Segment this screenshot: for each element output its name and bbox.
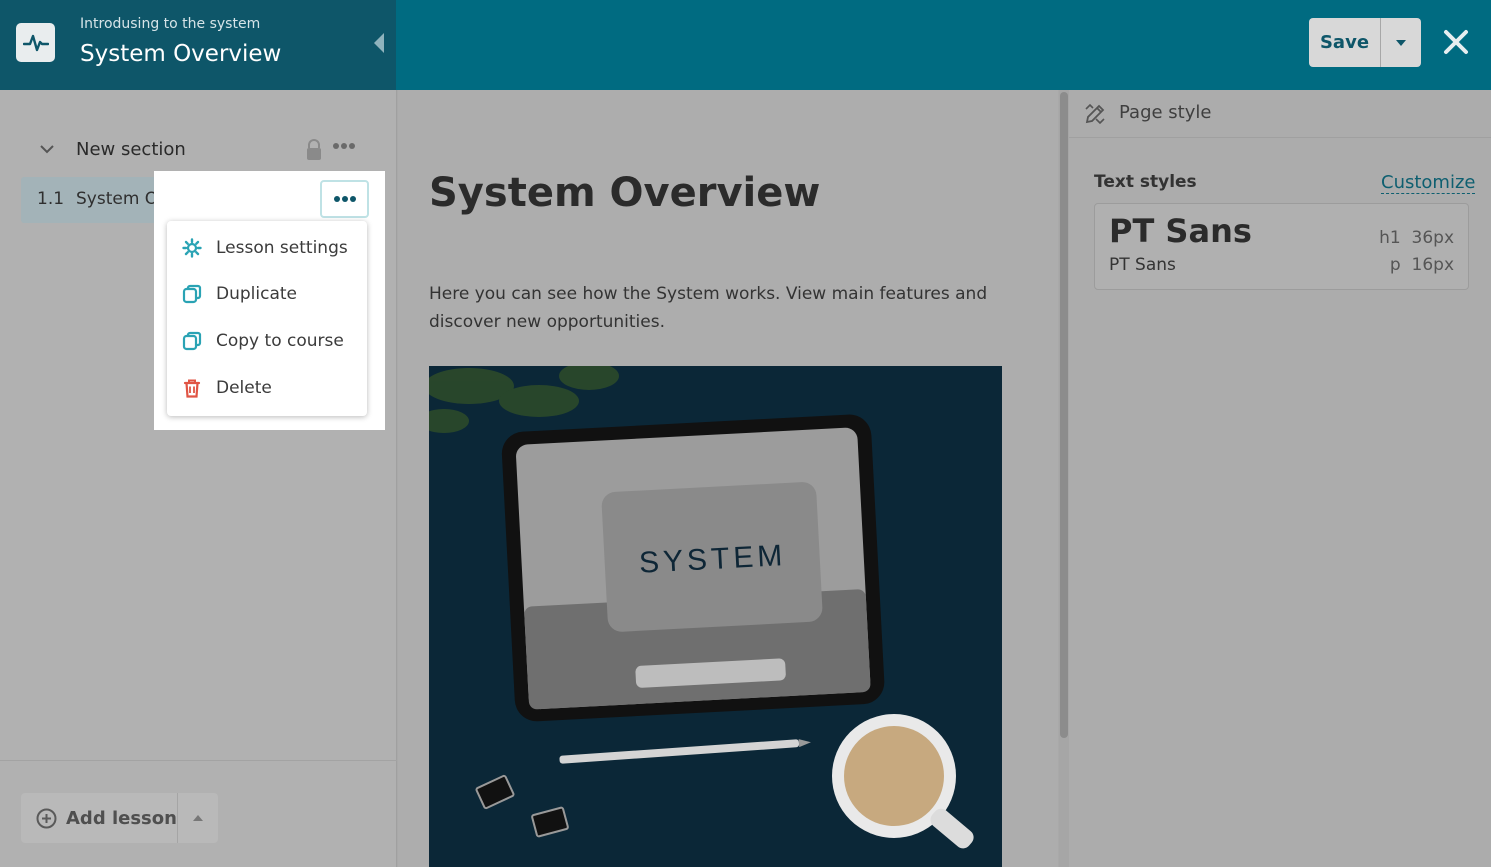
lesson-editor: System Overview Here you can see how the…	[398, 90, 1058, 867]
lesson-image[interactable]: SYSTEM	[429, 366, 1002, 867]
close-icon[interactable]	[1441, 27, 1471, 57]
lesson-heading[interactable]: System Overview	[429, 170, 820, 216]
trash-icon	[181, 378, 202, 399]
duplicate-icon	[181, 284, 202, 305]
menu-item-label: Delete	[216, 378, 272, 398]
menu-item-lesson-settings[interactable]: Lesson settings	[167, 228, 367, 268]
add-lesson-button[interactable]: Add lesson	[21, 793, 178, 843]
h1-size-info: h1 36px	[1379, 228, 1454, 248]
panel-header: Page style	[1069, 90, 1491, 138]
p-size: 16px	[1411, 255, 1454, 275]
add-lesson-label: Add lesson	[66, 807, 177, 829]
gear-icon	[181, 238, 202, 259]
app-logo-icon[interactable]	[16, 23, 55, 62]
p-tag: p	[1389, 255, 1401, 275]
p-font-preview: PT Sans	[1109, 255, 1176, 275]
course-header: Introdusing to the system System Overvie…	[0, 0, 396, 90]
pencil-ruler-icon	[1085, 103, 1105, 125]
more-options-icon[interactable]	[332, 142, 356, 150]
collapse-sidebar-icon[interactable]	[372, 33, 386, 53]
h1-tag: h1	[1379, 228, 1401, 248]
text-styles-label: Text styles	[1094, 172, 1197, 192]
menu-item-delete[interactable]: Delete	[167, 368, 367, 408]
page-style-panel: Page style Text styles Customize PT Sans…	[1069, 90, 1491, 867]
lock-icon[interactable]	[306, 139, 322, 161]
menu-item-label: Lesson settings	[216, 238, 348, 258]
section-title: New section	[76, 139, 186, 160]
lesson-number: 1.1	[37, 189, 65, 209]
text-style-card[interactable]: PT Sans PT Sans h1 36px p 16px	[1094, 203, 1469, 290]
lesson-more-options-button[interactable]	[320, 180, 369, 218]
caret-down-icon	[1396, 39, 1406, 46]
sidebar-footer: Add lesson	[0, 760, 397, 867]
copy-icon	[181, 331, 202, 352]
more-options-icon	[333, 196, 356, 202]
h1-size: 36px	[1411, 228, 1454, 248]
add-options-dropdown[interactable]	[178, 793, 218, 843]
editor-scroll-thumb[interactable]	[1060, 92, 1068, 738]
h1-font-preview: PT Sans	[1109, 212, 1252, 250]
menu-item-copy-to-course[interactable]: Copy to course	[167, 321, 367, 361]
course-subtitle: Introdusing to the system	[80, 16, 261, 32]
course-title: System Overview	[80, 41, 282, 67]
section-row[interactable]: New section	[36, 136, 366, 164]
save-button[interactable]: Save	[1309, 18, 1381, 67]
save-button-group: Save	[1309, 18, 1421, 67]
lesson-context-menu: Lesson settings Duplicate Copy to course…	[167, 221, 367, 416]
chevron-down-icon[interactable]	[39, 144, 55, 154]
menu-item-label: Duplicate	[216, 284, 297, 304]
add-lesson-group: Add lesson	[21, 793, 218, 843]
p-size-info: p 16px	[1390, 255, 1454, 275]
menu-item-label: Copy to course	[216, 331, 344, 351]
customize-link[interactable]: Customize	[1381, 172, 1476, 194]
panel-title: Page style	[1119, 102, 1212, 123]
menu-item-duplicate[interactable]: Duplicate	[167, 274, 367, 314]
save-options-dropdown[interactable]	[1381, 18, 1421, 67]
top-bar: Introdusing to the system System Overvie…	[0, 0, 1491, 90]
caret-up-icon	[193, 815, 203, 821]
lesson-paragraph[interactable]: Here you can see how the System works. V…	[429, 280, 1009, 336]
plus-circle-icon	[36, 808, 57, 828]
